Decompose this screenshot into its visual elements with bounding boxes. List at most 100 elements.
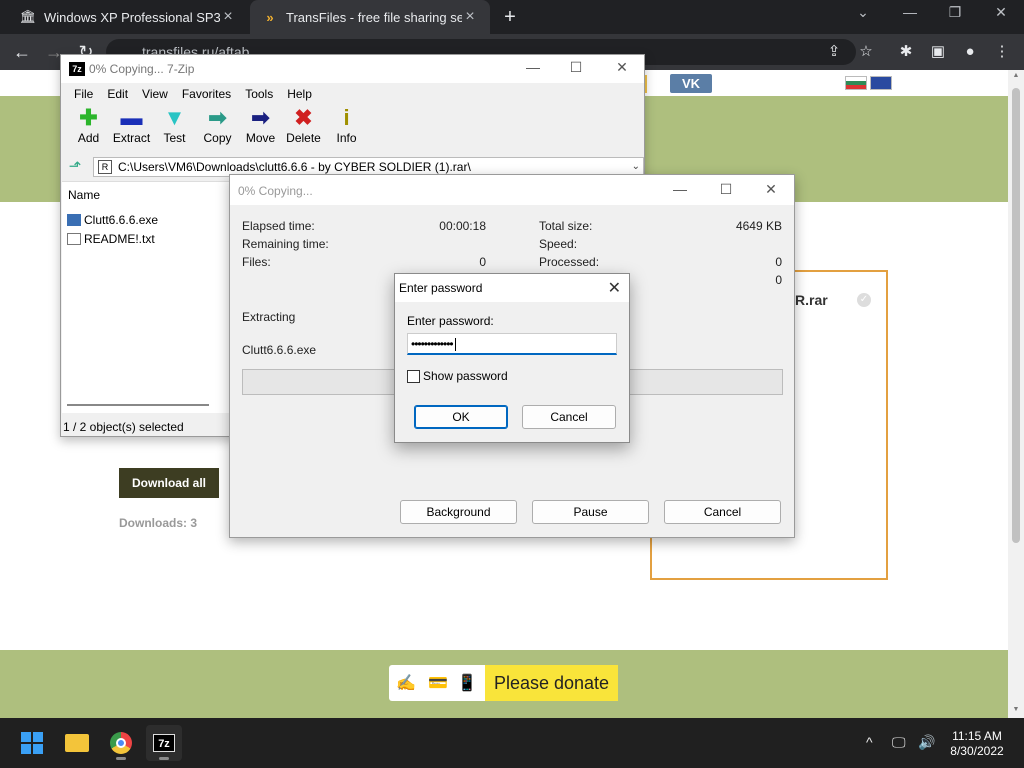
menu-file[interactable]: File [67, 83, 100, 105]
files-value: 0 [479, 255, 486, 269]
file-row[interactable]: Clutt6.6.6.exe [67, 211, 158, 229]
english-flag-icon[interactable] [870, 76, 892, 90]
file-name[interactable]: R.rar [795, 292, 828, 308]
plus-icon: ✚ [79, 105, 98, 130]
extensions-puzzle-icon[interactable]: ✱ [896, 42, 916, 62]
sevenzip-toolbar: ✚ Add ▬ Extract ▼ Test ➡ Copy ➡ Move ✖ Delete … [61, 105, 644, 153]
elapsed-value: 00:00:18 [439, 219, 486, 233]
pause-button[interactable]: Pause [532, 500, 649, 524]
extracting-label: Extracting [242, 310, 296, 324]
extract-button[interactable]: ▬ Extract [110, 105, 153, 153]
exe-file-icon [67, 214, 81, 226]
running-indicator [159, 757, 169, 760]
password-input[interactable]: ••••••••••••• [407, 333, 617, 355]
menu-favorites[interactable]: Favorites [175, 83, 238, 105]
share-icon[interactable]: ⇪ [824, 42, 844, 62]
processed-value: 0 [775, 255, 782, 269]
close-window-button[interactable]: ✕ [986, 4, 1016, 21]
minimize-button[interactable]: — [895, 4, 925, 20]
up-folder-icon[interactable]: ⬏ [66, 158, 84, 176]
card-icon: 💳 [428, 675, 448, 692]
background-button[interactable]: Background [400, 500, 517, 524]
copy-button[interactable]: ➡ Copy [196, 105, 239, 153]
running-indicator [116, 757, 126, 760]
password-titlebar: Enter password ✕ [395, 274, 629, 302]
chrome-icon [110, 732, 132, 754]
menu-help[interactable]: Help [280, 83, 319, 105]
language-flag-icon[interactable] [845, 76, 867, 90]
sevenzip-logo-icon: 7z [69, 62, 85, 76]
menu-view[interactable]: View [135, 83, 175, 105]
clock[interactable]: 11:15 AM 8/30/2022 [940, 729, 1014, 759]
volume-icon[interactable]: 🔊 [918, 734, 935, 751]
move-button[interactable]: ➡ Move [239, 105, 282, 153]
text-cursor [454, 338, 456, 352]
download-all-button[interactable]: Download all [119, 468, 219, 498]
taskbar: 7z ^ 🖵 🔊 11:15 AM 8/30/2022 [0, 718, 1024, 768]
folder-icon [65, 734, 89, 752]
cancel-button[interactable]: Cancel [664, 500, 781, 524]
new-tab-button[interactable]: + [498, 5, 522, 29]
sevenzip-menubar: File Edit View Favorites Tools Help [61, 83, 644, 105]
check-icon: ▼ [163, 105, 186, 130]
file-row[interactable]: README!.txt [67, 230, 155, 248]
side-panel-icon[interactable]: ▣ [928, 42, 948, 62]
cancel-button[interactable]: Cancel [522, 405, 616, 429]
profile-icon[interactable]: ● [960, 42, 980, 62]
packed-value: 0 [775, 273, 782, 287]
show-password-label: Show password [423, 369, 508, 383]
file-name: Clutt6.6.6.exe [84, 213, 159, 227]
close-button[interactable]: ✕ [610, 59, 634, 76]
password-label: Enter password: [407, 314, 494, 328]
restore-button[interactable]: ❐ [940, 4, 970, 21]
copy-label: Copy [203, 131, 232, 145]
taskbar-file-explorer[interactable] [59, 725, 95, 761]
tab-windows-xp[interactable]: 🏛 Windows XP Professional SP3 x86 × [8, 0, 248, 34]
maximize-button[interactable]: ☐ [714, 181, 738, 198]
donate-label[interactable]: Please donate [485, 665, 618, 701]
close-icon[interactable]: ✕ [608, 278, 621, 298]
maximize-button[interactable]: ☐ [564, 59, 588, 76]
taskbar-7zip[interactable]: 7z [146, 725, 182, 761]
column-header-name[interactable]: Name [68, 188, 100, 202]
network-icon[interactable]: 🖵 [892, 734, 906, 751]
menu-tools[interactable]: Tools [238, 83, 280, 105]
tab-title: TransFiles - free file sharing service [286, 9, 462, 25]
info-label: Info [336, 131, 357, 145]
taskbar-chrome[interactable] [103, 725, 139, 761]
page-scrollbar[interactable]: ▲ ▼ [1008, 70, 1024, 718]
show-password-checkbox[interactable] [407, 369, 420, 383]
verified-check-icon: ✓ [857, 293, 871, 307]
back-button[interactable]: ← [10, 40, 34, 64]
scroll-thumb[interactable] [1012, 88, 1020, 543]
copying-titlebar: 0% Copying... — ☐ ✕ [230, 175, 794, 205]
close-button[interactable]: ✕ [759, 181, 783, 198]
scroll-up-arrow[interactable]: ▲ [1008, 72, 1024, 79]
info-button[interactable]: i Info [325, 105, 368, 153]
password-mask: ••••••••••••• [411, 337, 454, 351]
minimize-button[interactable]: — [668, 181, 692, 197]
tab-transfiles[interactable]: » TransFiles - free file sharing service… [250, 0, 490, 34]
chevron-up-icon[interactable]: ^ [866, 734, 873, 750]
start-button[interactable] [14, 725, 50, 761]
ok-button[interactable]: OK [414, 405, 508, 429]
total-size-label: Total size: [539, 219, 593, 233]
tab-search-icon[interactable]: ⌄ [848, 4, 878, 21]
menu-kebab-icon[interactable]: ⋮ [992, 42, 1012, 62]
close-tab-icon[interactable]: × [220, 8, 236, 26]
close-tab-icon[interactable]: × [462, 8, 478, 26]
donate-banner[interactable]: ✍ 💳 📱 Please donate [389, 665, 618, 701]
menu-edit[interactable]: Edit [100, 83, 135, 105]
bookmark-star-icon[interactable]: ☆ [856, 42, 876, 62]
scroll-down-arrow[interactable]: ▼ [1008, 706, 1024, 713]
path-text: C:\Users\VM6\Downloads\clutt6.6.6 - by C… [118, 160, 471, 174]
vk-button[interactable]: VK [670, 74, 712, 93]
add-button[interactable]: ✚ Add [67, 105, 110, 153]
minimize-button[interactable]: — [521, 59, 545, 75]
delete-button[interactable]: ✖ Delete [282, 105, 325, 153]
minus-icon: ▬ [120, 105, 143, 130]
test-button[interactable]: ▼ Test [153, 105, 196, 153]
show-password-row[interactable]: Show password [407, 369, 508, 383]
tab-title: Windows XP Professional SP3 x86 [44, 9, 220, 25]
horizontal-scrollbar[interactable] [67, 404, 209, 406]
